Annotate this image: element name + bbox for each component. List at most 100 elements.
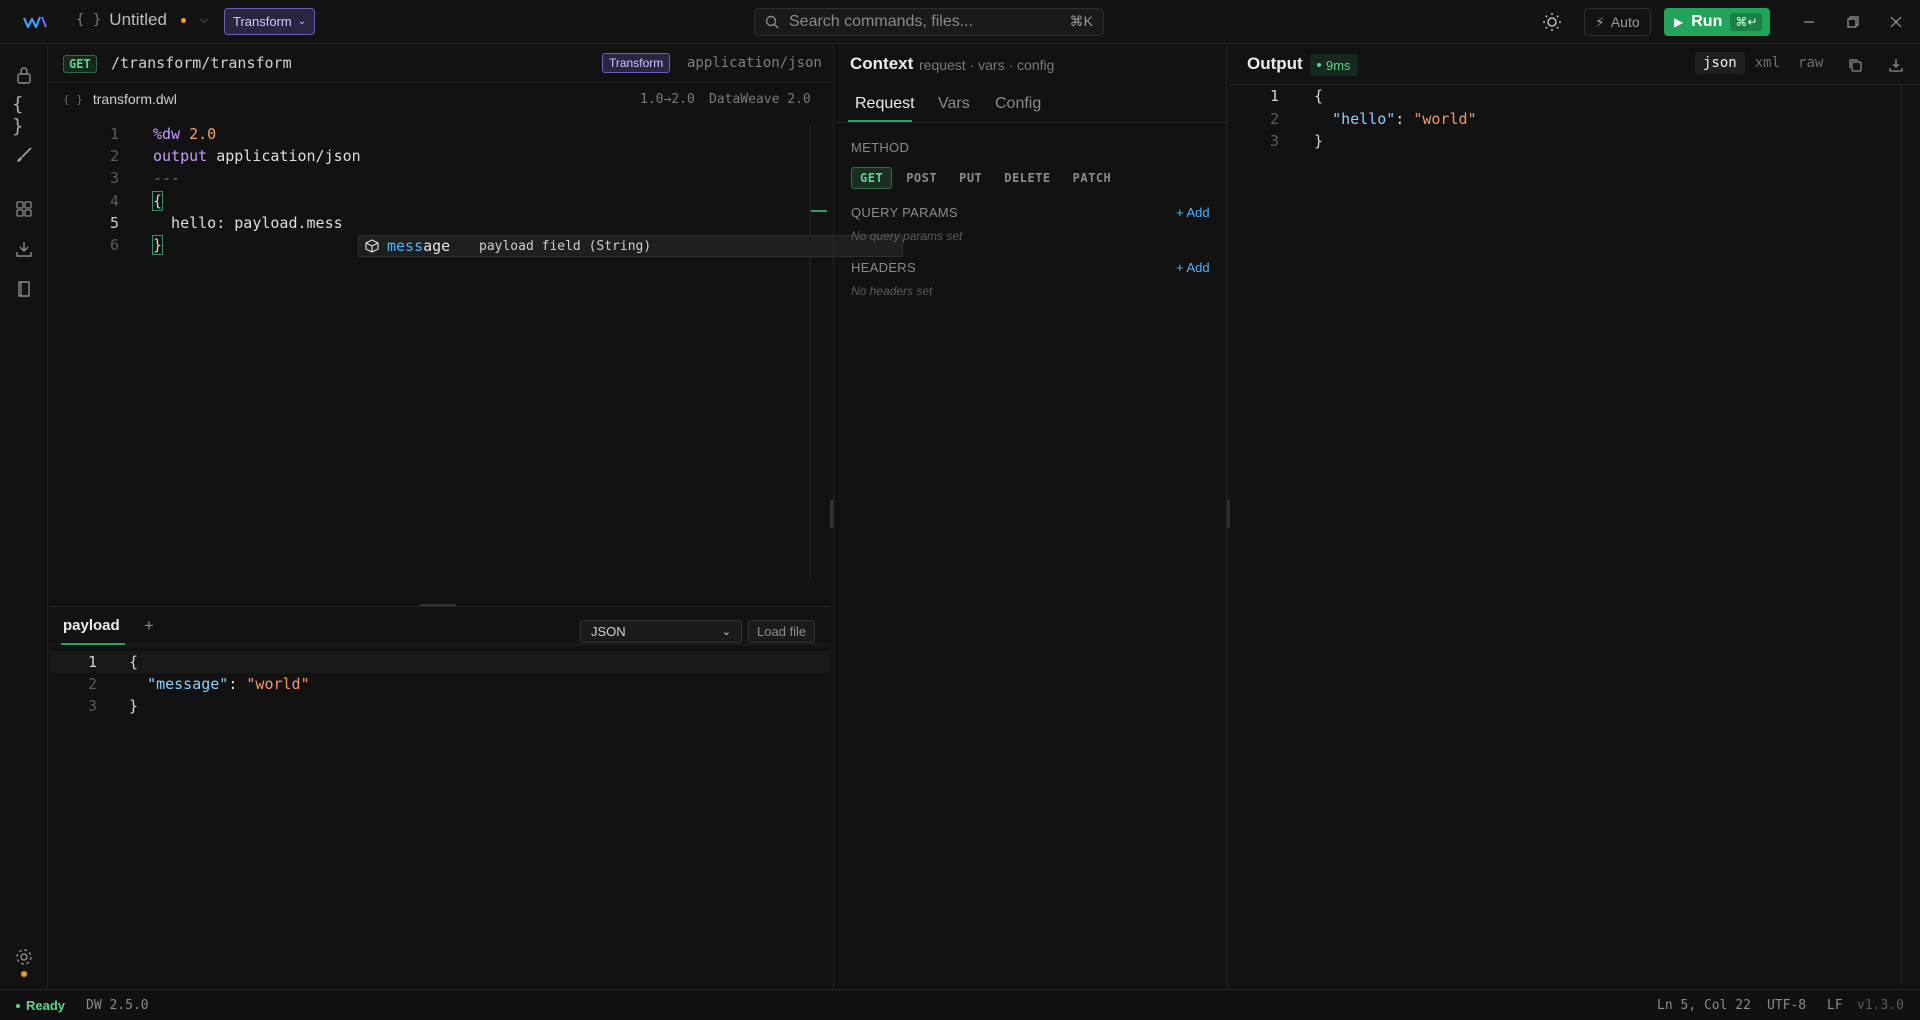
- payload-format-select[interactable]: JSON ⌄: [580, 620, 742, 643]
- code-text: {: [129, 653, 139, 671]
- line-number: 2: [1269, 109, 1279, 128]
- encoding[interactable]: UTF-8: [1767, 998, 1806, 1013]
- code-text: %dw 2.0: [153, 125, 217, 143]
- horizontal-resize-handle[interactable]: [420, 604, 456, 606]
- search-icon: [765, 15, 779, 29]
- code-line[interactable]: 1{: [1229, 85, 1909, 107]
- headers-empty: No headers set: [851, 284, 933, 298]
- line-ending[interactable]: LF: [1827, 998, 1843, 1013]
- mode-tag: Transform: [602, 53, 671, 73]
- tab-raw[interactable]: raw: [1790, 52, 1831, 74]
- chevron-down-icon: ⌵: [199, 13, 209, 26]
- code-editor[interactable]: 1 %dw 2.0 2 output application/json 3 --- 4{5 …: [49, 123, 809, 593]
- lock-icon[interactable]: [12, 63, 36, 87]
- method-put[interactable]: PUT: [951, 167, 990, 189]
- download-icon[interactable]: [1885, 54, 1907, 76]
- method-patch[interactable]: PATCH: [1065, 167, 1120, 189]
- context-subtitle: request · vars · config: [919, 57, 1055, 73]
- file-title: Untitled: [109, 10, 167, 29]
- line-number: 1: [1269, 87, 1279, 105]
- output-header: Output 9ms json xml raw: [1229, 45, 1920, 85]
- restore-icon[interactable]: [1841, 10, 1865, 34]
- tab-payload[interactable]: payload: [63, 617, 120, 634]
- grid-icon[interactable]: [12, 197, 36, 221]
- timing-badge: 9ms: [1310, 54, 1358, 76]
- route-bar: GET /transform/transform Transform appli…: [49, 45, 831, 83]
- tab-request[interactable]: Request: [855, 95, 915, 113]
- code-line[interactable]: 3 ---: [49, 167, 809, 189]
- method-delete[interactable]: DELETE: [996, 167, 1058, 189]
- active-tab-underline: [61, 643, 125, 645]
- download-icon[interactable]: [12, 237, 36, 261]
- line-number: 5: [109, 213, 119, 232]
- code-line[interactable]: 2 "hello": "world": [1229, 108, 1909, 130]
- tab-json[interactable]: json: [1695, 52, 1745, 74]
- code-text: ---: [153, 169, 181, 188]
- file-tab[interactable]: { } transform.dwl: [63, 91, 177, 107]
- line-number: 3: [87, 697, 97, 715]
- line-number: 3: [1269, 132, 1279, 150]
- code-text: }: [129, 697, 139, 715]
- add-header-button[interactable]: + Add: [1176, 260, 1210, 275]
- code-line[interactable]: 2 output application/json: [49, 145, 809, 167]
- cursor-position[interactable]: Ln 5, Col 22: [1657, 998, 1751, 1013]
- payload-panel: payload + JSON ⌄ Load file 1{2 "message"…: [49, 604, 831, 988]
- close-icon[interactable]: [1884, 10, 1908, 34]
- braces-icon: { }: [76, 12, 102, 28]
- search-input[interactable]: Search commands, files...: [789, 13, 973, 31]
- copy-icon[interactable]: [1844, 54, 1866, 76]
- auto-label: Auto: [1610, 14, 1640, 30]
- gear-icon[interactable]: [12, 945, 36, 969]
- output-viewer[interactable]: 1{2 "hello": "world" 3}: [1229, 85, 1920, 965]
- app-version: v1.3.0: [1857, 998, 1904, 1013]
- output-title: Output: [1247, 54, 1303, 73]
- method-get[interactable]: GET: [851, 167, 893, 189]
- auto-run-toggle[interactable]: ⚡︎ Auto: [1584, 8, 1651, 36]
- add-input-button[interactable]: +: [144, 616, 154, 636]
- autocomplete-item[interactable]: message payload field (String): [358, 235, 903, 257]
- code-text: "message": "world": [147, 675, 310, 693]
- code-line[interactable]: 3}: [49, 695, 831, 717]
- tab-xml[interactable]: xml: [1747, 52, 1788, 74]
- suggestion-detail: payload field (String): [479, 238, 652, 254]
- book-icon[interactable]: [12, 277, 36, 301]
- output-panel: Output 9ms json xml raw 1{2 "hello": "wo…: [1229, 45, 1920, 988]
- file-name: transform.dwl: [92, 91, 177, 107]
- content-type: application/json: [687, 55, 822, 71]
- code-text: "hello": "world": [1332, 109, 1477, 128]
- play-icon: ▶: [1674, 15, 1684, 29]
- tab-config[interactable]: Config: [995, 95, 1041, 113]
- suggestion-label: message: [387, 237, 451, 255]
- line-number: 1: [109, 125, 119, 143]
- code-line[interactable]: 1 %dw 2.0: [49, 123, 809, 145]
- payload-editor[interactable]: 1{2 "message": "world" 3}: [49, 647, 831, 977]
- context-title: Context: [850, 54, 914, 73]
- field-icon: [365, 239, 379, 253]
- dw-version: DW 2.5.0: [86, 998, 149, 1013]
- run-button[interactable]: ▶ Run ⌘↵: [1664, 8, 1771, 36]
- mode-label: Transform: [233, 14, 292, 29]
- mode-dropdown[interactable]: Transform ⌄: [224, 8, 316, 35]
- code-line[interactable]: 2 "message": "world": [49, 673, 831, 695]
- code-line[interactable]: 1{: [49, 651, 831, 673]
- code-line[interactable]: 4{: [49, 190, 809, 212]
- code-line[interactable]: 5 hello: payload.mess: [49, 212, 809, 234]
- file-switcher[interactable]: { } Untitled ⌵: [76, 10, 208, 30]
- code-text: {: [151, 190, 164, 211]
- sun-icon[interactable]: [1540, 10, 1564, 34]
- minimize-icon[interactable]: [1797, 10, 1821, 34]
- method-post[interactable]: POST: [898, 167, 945, 189]
- scrollbar-track[interactable]: [1900, 85, 1902, 985]
- load-file-button[interactable]: Load file: [748, 620, 816, 643]
- route-path: /transform/transform: [111, 54, 292, 72]
- tab-vars[interactable]: Vars: [938, 95, 970, 113]
- file-bar: { } transform.dwl 1.0→2.0 DataWeave 2.0: [49, 83, 831, 115]
- command-search[interactable]: Search commands, files... ⌘K: [754, 8, 1104, 36]
- chevron-down-icon: ⌄: [297, 16, 307, 27]
- code-line[interactable]: 3}: [1229, 130, 1909, 152]
- lightning-icon: ⚡︎: [1595, 13, 1605, 30]
- title-bar: { } Untitled ⌵ Transform ⌄ Search comman…: [0, 0, 1920, 44]
- add-query-param-button[interactable]: + Add: [1176, 205, 1210, 220]
- code-braces-icon[interactable]: { }: [12, 93, 36, 137]
- brush-icon[interactable]: [12, 143, 36, 167]
